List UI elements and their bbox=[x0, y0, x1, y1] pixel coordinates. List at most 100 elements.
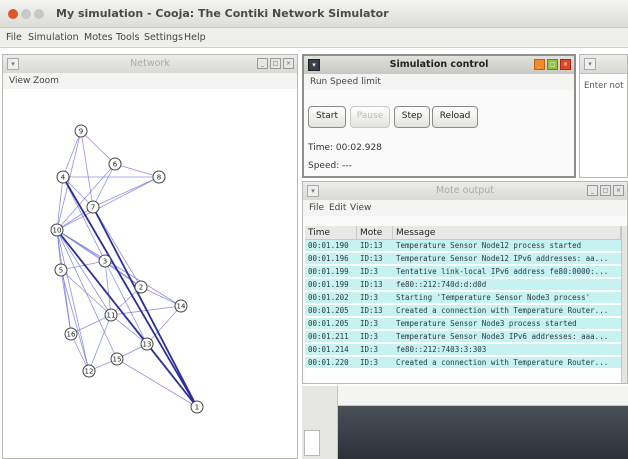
simulation-time: Time: 00:02.928 bbox=[308, 143, 382, 153]
table-row[interactable]: 00:01.199 ID:13 fe80::212:740d:d:d0d bbox=[305, 279, 621, 290]
cell-message: Created a connection with Temperature Ro… bbox=[396, 306, 609, 315]
mini-frame-thumbnail[interactable] bbox=[304, 430, 320, 456]
cell-time: 00:01.199 bbox=[308, 267, 349, 276]
mote-node-label: 13 bbox=[143, 341, 152, 349]
mote-node[interactable]: 3 bbox=[98, 254, 112, 268]
mote-output-titlebar[interactable]: ▾ Mote output _ □ × bbox=[303, 182, 627, 201]
frame-menu-icon[interactable]: ▾ bbox=[584, 58, 596, 70]
cell-time: 00:01.190 bbox=[308, 241, 349, 250]
cell-mote: ID:3 bbox=[360, 319, 379, 328]
close-icon[interactable]: × bbox=[613, 185, 624, 196]
table-row[interactable]: 00:01.220 ID:3 Created a connection with T… bbox=[305, 357, 621, 368]
menu-tools[interactable]: Tools bbox=[116, 32, 139, 43]
simulation-control-frame: ▾ Simulation control _ □ × Run Speed limit… bbox=[302, 54, 576, 178]
notes-textarea[interactable]: Enter not bbox=[584, 81, 628, 91]
minimize-icon[interactable]: _ bbox=[534, 59, 545, 70]
mote-node-label: 3 bbox=[103, 258, 107, 266]
step-button[interactable]: Step bbox=[394, 106, 430, 128]
network-link bbox=[140, 286, 182, 307]
mote-node-label: 16 bbox=[67, 331, 76, 339]
mote-menu-file[interactable]: File bbox=[309, 203, 324, 213]
close-icon[interactable]: × bbox=[560, 59, 571, 70]
network-graph[interactable]: 9 6 8 4 7 10 5 3 2 11 14 16 13 12 15 1 bbox=[3, 90, 297, 458]
table-row[interactable]: 00:01.202 ID:3 Starting 'Temperature Senso… bbox=[305, 292, 621, 303]
minimize-icon[interactable]: _ bbox=[587, 185, 598, 196]
close-icon[interactable]: × bbox=[283, 58, 294, 69]
window-titlebar: My simulation - Cooja: The Contiki Netwo… bbox=[0, 0, 628, 28]
network-titlebar[interactable]: ▾ Network _ □ × bbox=[3, 55, 297, 74]
network-menubar: View Zoom bbox=[3, 73, 297, 89]
cell-mote: ID:13 bbox=[360, 280, 383, 289]
mote-node[interactable]: 13 bbox=[140, 337, 154, 351]
menu-simulation[interactable]: Simulation bbox=[28, 32, 79, 43]
simulation-menu-run[interactable]: Run bbox=[310, 77, 327, 87]
maximize-icon[interactable]: □ bbox=[600, 185, 611, 196]
simulation-menu-speed-limit[interactable]: Speed limit bbox=[330, 77, 381, 87]
mote-node[interactable]: 9 bbox=[74, 124, 88, 138]
table-row[interactable]: 00:01.211 ID:3 Temperature Sensor Node3 IP… bbox=[305, 331, 621, 342]
table-row[interactable]: 00:01.214 ID:3 fe80::212:7403:3:303 bbox=[305, 344, 621, 355]
cell-time: 00:01.202 bbox=[308, 293, 349, 302]
start-button[interactable]: Start bbox=[308, 106, 346, 128]
cell-mote: ID:3 bbox=[360, 332, 379, 341]
column-header-time[interactable]: Time bbox=[305, 226, 357, 240]
maximize-icon[interactable]: □ bbox=[270, 58, 281, 69]
cell-mote: ID:13 bbox=[360, 241, 383, 250]
table-row[interactable]: 00:01.205 ID:3 Temperature Sensor Node3 pr… bbox=[305, 318, 621, 329]
table-row[interactable]: 00:01.196 ID:13 Temperature Sensor Node12 … bbox=[305, 253, 621, 264]
network-link bbox=[62, 130, 82, 178]
mote-node[interactable]: 1 bbox=[190, 400, 204, 414]
mote-node[interactable]: 5 bbox=[54, 263, 68, 277]
mote-output-menubar: File Edit View bbox=[303, 200, 627, 216]
mote-output-scrollbar[interactable] bbox=[621, 226, 627, 383]
minimize-icon[interactable]: _ bbox=[257, 58, 268, 69]
dark-panel bbox=[338, 406, 628, 459]
mote-node[interactable]: 7 bbox=[86, 200, 100, 214]
close-window-button[interactable] bbox=[8, 9, 18, 19]
network-link bbox=[56, 229, 182, 307]
mote-node[interactable]: 12 bbox=[82, 364, 96, 378]
pause-button[interactable]: Pause bbox=[350, 106, 390, 128]
cell-message: Temperature Sensor Node12 process starte… bbox=[396, 241, 582, 250]
mote-node-label: 1 bbox=[195, 404, 199, 412]
cell-mote: ID:3 bbox=[360, 267, 379, 276]
mote-node[interactable]: 14 bbox=[174, 299, 188, 313]
notes-titlebar[interactable]: ▾ bbox=[580, 55, 627, 74]
maximize-window-button[interactable] bbox=[34, 9, 44, 19]
mote-node[interactable]: 15 bbox=[110, 352, 124, 366]
mote-node-label: 5 bbox=[59, 267, 63, 275]
mote-node-label: 2 bbox=[139, 284, 143, 292]
network-menu-zoom[interactable]: Zoom bbox=[33, 76, 59, 86]
mote-node-label: 15 bbox=[113, 356, 122, 364]
cell-message: Temperature Sensor Node3 IPv6 addresses:… bbox=[396, 332, 609, 341]
mote-node[interactable]: 16 bbox=[64, 327, 78, 341]
mote-node[interactable]: 4 bbox=[56, 170, 70, 184]
table-row[interactable]: 00:01.190 ID:13 Temperature Sensor Node12 … bbox=[305, 240, 621, 251]
cell-mote: ID:3 bbox=[360, 293, 379, 302]
column-header-message[interactable]: Message bbox=[393, 226, 621, 240]
mote-node[interactable]: 10 bbox=[50, 223, 64, 237]
network-link bbox=[114, 163, 160, 178]
maximize-icon[interactable]: □ bbox=[547, 59, 558, 70]
mote-node[interactable]: 2 bbox=[134, 280, 148, 294]
menu-help[interactable]: Help bbox=[184, 32, 206, 43]
column-header-mote[interactable]: Mote bbox=[357, 226, 393, 240]
table-row[interactable]: 00:01.199 ID:3 Tentative link-local IPv6 a… bbox=[305, 266, 621, 277]
reload-button[interactable]: Reload bbox=[432, 106, 478, 128]
cell-message: Temperature Sensor Node12 IPv6 addresses… bbox=[396, 254, 609, 263]
minimize-window-button[interactable] bbox=[21, 9, 31, 19]
network-frame: ▾ Network _ □ × View Zoom 9 6 8 4 7 10 5 3 2 11 14 16… bbox=[2, 54, 298, 459]
network-menu-view[interactable]: View bbox=[9, 76, 30, 86]
simulation-control-titlebar[interactable]: ▾ Simulation control _ □ × bbox=[304, 56, 574, 75]
mote-node[interactable]: 6 bbox=[108, 157, 122, 171]
network-link bbox=[146, 305, 182, 345]
mote-node[interactable]: 11 bbox=[104, 308, 118, 322]
menu-settings[interactable]: Settings bbox=[144, 32, 183, 43]
mote-node[interactable]: 8 bbox=[152, 170, 166, 184]
mote-menu-edit[interactable]: Edit bbox=[329, 203, 346, 213]
mote-node-label: 14 bbox=[177, 303, 186, 311]
menu-file[interactable]: File bbox=[6, 32, 22, 43]
menu-motes[interactable]: Motes bbox=[84, 32, 113, 43]
mote-menu-view[interactable]: View bbox=[350, 203, 371, 213]
table-row[interactable]: 00:01.205 ID:13 Created a connection with … bbox=[305, 305, 621, 316]
